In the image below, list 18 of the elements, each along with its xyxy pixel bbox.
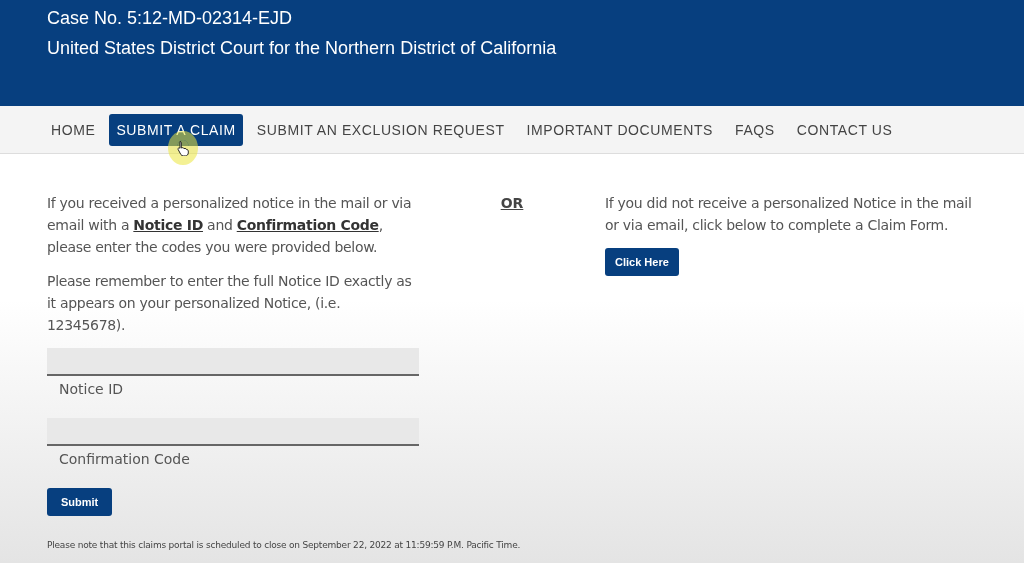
input-field[interactable] [47, 418, 419, 446]
claim-form-text: If you did not receive a personalized Notice in the mail or via email, click below to complete a Claim Form. [605, 194, 973, 235]
click-here-button[interactable]: Click Here [605, 248, 679, 276]
case-number: Case No. 5:12-MD-02314-EJD [47, 7, 294, 30]
submit-button[interactable]: Submit [47, 488, 113, 516]
nav-link[interactable]: HOME [43, 113, 104, 146]
field-label: Confirmation Code [58, 450, 191, 468]
court-name: United States District Court for the Northern District of California [47, 37, 558, 60]
nav-link[interactable]: SUBMIT AN EXCLUSION REQUEST [248, 113, 513, 146]
nav-link[interactable]: IMPORTANT DOCUMENTS [518, 113, 721, 146]
nav-link[interactable]: FAQS [727, 113, 783, 146]
reminder-text: Please remember to enter the full Notice ID exactly as it appears on your personalized Notice, (i.e. 12345678). [47, 272, 413, 335]
input-field[interactable] [47, 348, 419, 376]
nav-link[interactable]: CONTACT US [788, 113, 901, 146]
intro-text: If you received a personalized notice in the mail or via email with a Notice ID and Confirmation Code, please enter the codes you were provided below. [47, 194, 413, 257]
or-separator: OR [500, 194, 524, 213]
closing-note: Please note that this claims portal is scheduled to close on September 22, 2022 at 11:59:59 P.M. Pacific Time. [47, 540, 522, 550]
field-label: Notice ID [58, 380, 125, 398]
